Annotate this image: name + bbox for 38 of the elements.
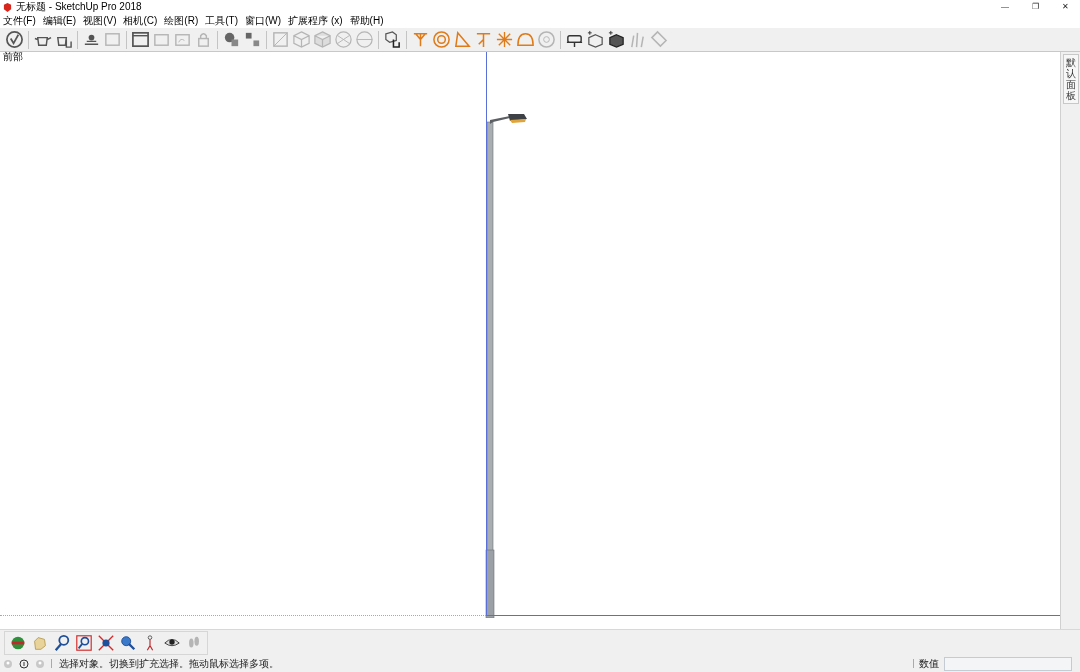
protractor-icon[interactable] — [453, 30, 472, 49]
previous-view-icon[interactable] — [119, 633, 137, 652]
menu-item[interactable]: 扩展程序 (x) — [288, 16, 343, 26]
target-icon[interactable] — [432, 30, 451, 49]
tray-tab[interactable]: 默认面板 — [1062, 54, 1079, 104]
plus-cube-icon[interactable] — [586, 30, 605, 49]
zoom-window-icon[interactable] — [75, 633, 93, 652]
window-icon[interactable] — [131, 30, 150, 49]
menu-item[interactable]: 文件(F) — [3, 16, 36, 26]
menu-item[interactable]: 相机(C) — [123, 16, 158, 26]
menu-item[interactable]: 视图(V) — [83, 16, 117, 26]
app-logo-icon — [3, 2, 12, 12]
menu-item[interactable]: 帮助(H) — [349, 16, 384, 26]
menu-item[interactable]: 编辑(E) — [42, 16, 77, 26]
minimize-button[interactable]: — — [990, 0, 1020, 14]
measurements-field[interactable] — [944, 656, 1072, 671]
funnel-icon[interactable] — [411, 30, 430, 49]
menu-item[interactable]: 绘图(R) — [164, 16, 199, 26]
sparkle-icon[interactable] — [495, 30, 514, 49]
cube-icon[interactable] — [292, 30, 311, 49]
close-button[interactable]: ✕ — [1050, 0, 1080, 14]
shaded-cube-icon[interactable] — [313, 30, 332, 49]
sphere-icon[interactable] — [355, 30, 374, 49]
diagonal-square-icon[interactable] — [271, 30, 290, 49]
measurements-label: 数值 — [919, 658, 939, 669]
dark-cube-icon[interactable] — [607, 30, 626, 49]
status-prompt: 选择对象。切换到扩充选择。拖动鼠标选择多项。 — [59, 658, 279, 669]
dome-icon[interactable] — [516, 30, 535, 49]
scene-tab-label[interactable]: 前部 — [3, 52, 23, 62]
zoom-icon[interactable] — [53, 633, 71, 652]
zoom-extents-icon[interactable] — [97, 633, 115, 652]
grid-sphere-icon[interactable] — [334, 30, 353, 49]
menu-item[interactable]: 工具(T) — [205, 16, 239, 26]
restore-button[interactable]: ❐ — [1020, 0, 1050, 14]
menu-item[interactable]: 窗口(W) — [245, 16, 282, 26]
overlap-circles-icon[interactable] — [222, 30, 241, 49]
window-title: 无标题 - SketchUp Pro 2018 — [16, 2, 142, 12]
scattered-squares-icon[interactable] — [243, 30, 262, 49]
